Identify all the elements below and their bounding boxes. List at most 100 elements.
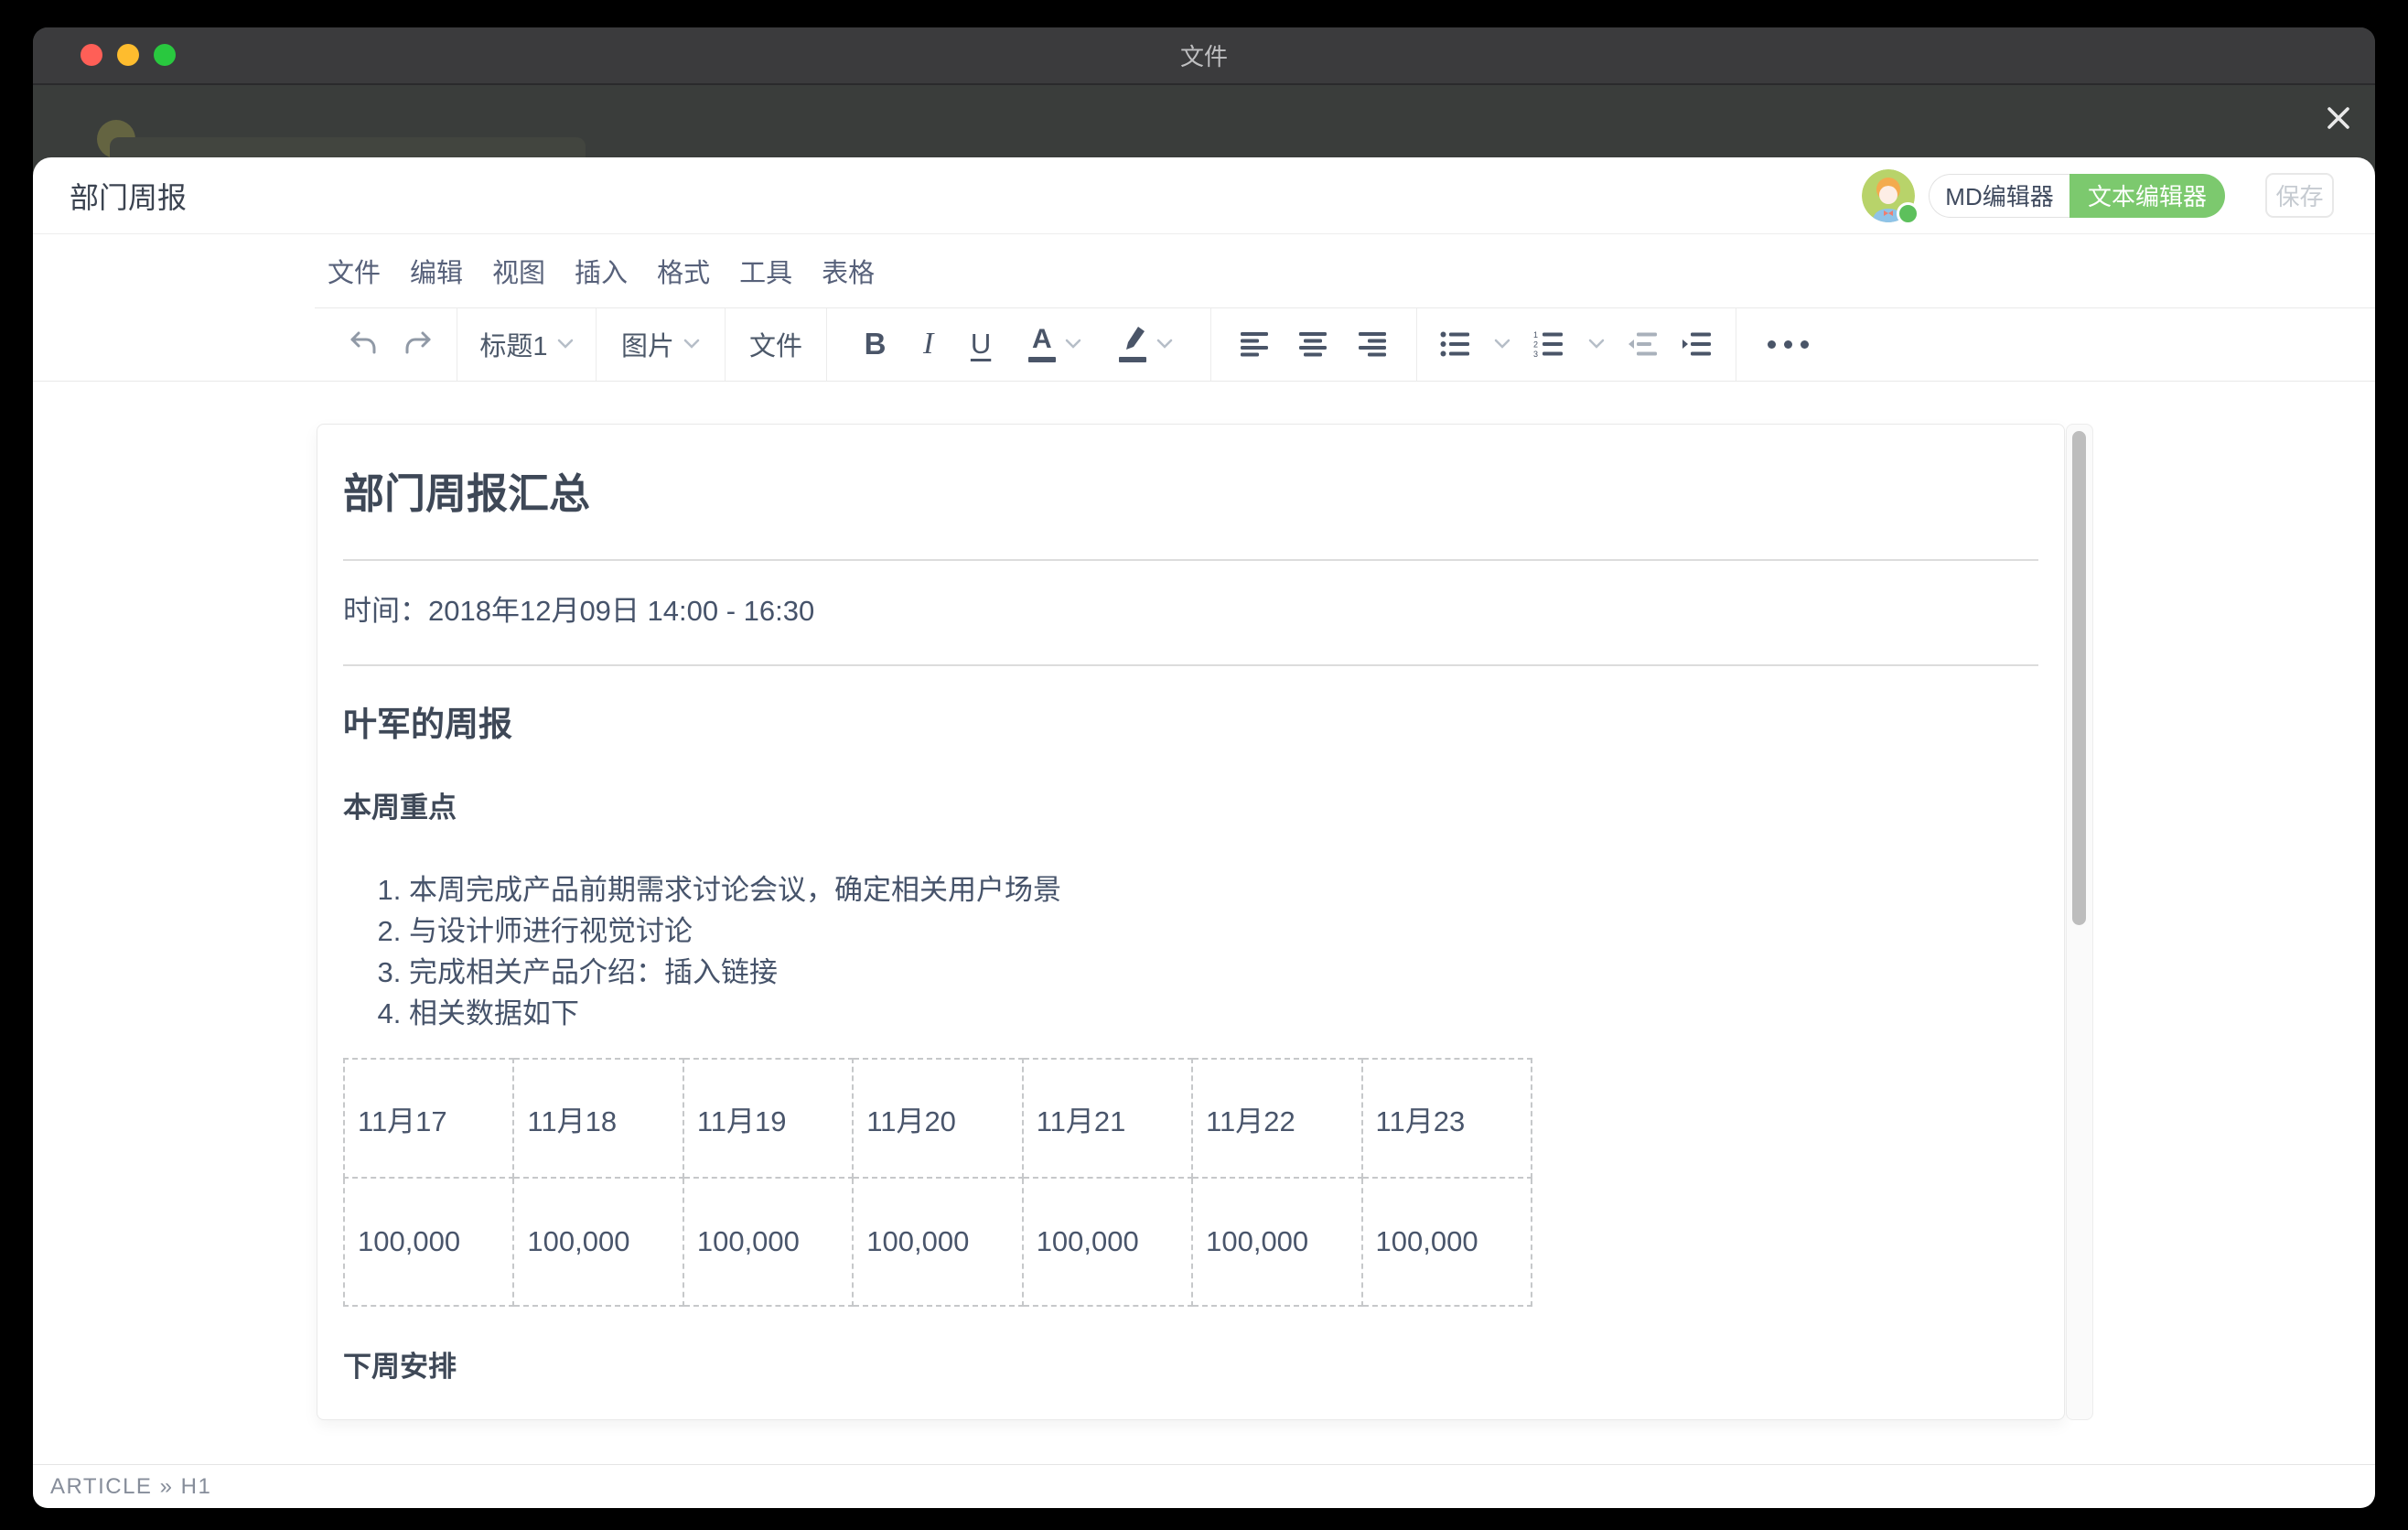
- highlight-pen-icon: [1118, 326, 1147, 362]
- chevron-down-icon: [557, 339, 574, 350]
- numbered-list-icon: 1 2 3: [1533, 330, 1564, 358]
- italic-label: I: [923, 327, 933, 361]
- bullet-list-icon: [1440, 330, 1471, 358]
- outdent-button[interactable]: [1628, 330, 1659, 358]
- document-heading-2[interactable]: 叶军的周报: [343, 705, 2038, 745]
- font-color-icon: A: [1028, 326, 1056, 362]
- insert-file-button[interactable]: 文件: [749, 325, 802, 363]
- text-editor-tab[interactable]: 文本编辑器: [2069, 174, 2225, 218]
- bold-label: B: [865, 327, 887, 361]
- dimmed-backdrop: [33, 85, 2375, 157]
- table-cell[interactable]: 100,000: [513, 1178, 683, 1306]
- page-title: 部门周报: [70, 175, 187, 217]
- chevron-down-icon[interactable]: [1588, 339, 1605, 350]
- menu-insert[interactable]: 插入: [575, 252, 628, 290]
- menu-tools[interactable]: 工具: [739, 252, 792, 290]
- save-button[interactable]: 保存: [2265, 173, 2334, 218]
- zoom-window-button[interactable]: [154, 44, 176, 66]
- underline-button[interactable]: U: [971, 328, 991, 361]
- insert-image-dropdown[interactable]: 图片: [621, 325, 700, 363]
- chevron-down-icon: [1065, 339, 1081, 350]
- undo-button[interactable]: [347, 328, 380, 361]
- indent-icon: [1682, 330, 1713, 358]
- list-item[interactable]: 与设计师进行视觉讨论: [409, 910, 2038, 952]
- next-week-heading[interactable]: 下周安排: [343, 1352, 2038, 1383]
- divider: [343, 559, 2038, 561]
- table-cell[interactable]: 11月22: [1192, 1059, 1361, 1178]
- table-cell[interactable]: 11月17: [344, 1059, 513, 1178]
- table-cell[interactable]: 100,000: [1362, 1178, 1532, 1306]
- redo-button[interactable]: [402, 328, 435, 361]
- table-cell[interactable]: 100,000: [1023, 1178, 1192, 1306]
- more-tools-button[interactable]: [1768, 340, 1809, 349]
- list-item[interactable]: 本周完成产品前期需求讨论会议，确定相关用户场景: [409, 869, 2038, 910]
- heading-style-label: 标题1: [479, 325, 547, 363]
- menu-edit[interactable]: 编辑: [410, 252, 463, 290]
- table-cell[interactable]: 100,000: [683, 1178, 853, 1306]
- table-cell[interactable]: 11月18: [513, 1059, 683, 1178]
- app-window: 文件 部门周报: [33, 27, 2375, 1508]
- chevron-down-icon: [683, 339, 700, 350]
- editor-mode-segmented-control: MD编辑器 文本编辑器: [1929, 174, 2225, 218]
- chevron-down-icon[interactable]: [1494, 339, 1510, 350]
- align-right-icon: [1358, 330, 1389, 358]
- svg-text:1: 1: [1533, 330, 1538, 339]
- close-window-button[interactable]: [81, 44, 102, 66]
- list-item[interactable]: 相关数据如下: [409, 993, 2038, 1034]
- align-right-button[interactable]: [1358, 330, 1389, 358]
- list-item[interactable]: 完成相关产品介绍：插入链接: [409, 952, 2038, 993]
- insert-image-label: 图片: [621, 325, 674, 363]
- table-cell[interactable]: 11月19: [683, 1059, 853, 1178]
- align-center-button[interactable]: [1298, 330, 1329, 358]
- document-card[interactable]: 部门周报汇总 时间：2018年12月09日 14:00 - 16:30 叶军的周…: [317, 424, 2065, 1420]
- svg-text:3: 3: [1533, 350, 1538, 358]
- undo-icon: [347, 328, 380, 361]
- avatar[interactable]: [1862, 169, 1915, 222]
- indent-button[interactable]: [1682, 330, 1713, 358]
- statusbar: ARTICLE » H1: [33, 1464, 2375, 1508]
- table-cell[interactable]: 11月21: [1023, 1059, 1192, 1178]
- menu-view[interactable]: 视图: [492, 252, 545, 290]
- traffic-lights: [81, 44, 176, 66]
- document-heading-1[interactable]: 部门周报汇总: [343, 466, 2038, 523]
- numbered-list-button[interactable]: 1 2 3: [1533, 330, 1564, 358]
- modal-header: 部门周报: [33, 157, 2375, 234]
- minimize-window-button[interactable]: [117, 44, 139, 66]
- bullet-list-button[interactable]: [1440, 330, 1471, 358]
- menu-table[interactable]: 表格: [822, 252, 875, 290]
- align-left-icon: [1240, 330, 1271, 358]
- md-editor-tab[interactable]: MD编辑器: [1929, 174, 2069, 218]
- table-row: 100,000 100,000 100,000 100,000 100,000 …: [344, 1178, 1532, 1306]
- menu-format[interactable]: 格式: [657, 252, 710, 290]
- header-actions: MD编辑器 文本编辑器 保存: [1862, 169, 2334, 222]
- more-icon: [1768, 340, 1809, 349]
- online-status-dot: [1896, 201, 1920, 226]
- table-cell[interactable]: 100,000: [853, 1178, 1022, 1306]
- highlight-dropdown[interactable]: [1118, 326, 1173, 362]
- breadcrumb: ARTICLE » H1: [50, 1474, 211, 1500]
- table-cell[interactable]: 11月20: [853, 1059, 1022, 1178]
- menu-file[interactable]: 文件: [328, 252, 381, 290]
- weekly-focus-heading[interactable]: 本周重点: [343, 792, 2038, 824]
- insert-file-label: 文件: [749, 325, 802, 363]
- table-cell[interactable]: 11月23: [1362, 1059, 1532, 1178]
- editor-area: 部门周报汇总 时间：2018年12月09日 14:00 - 16:30 叶军的周…: [33, 382, 2375, 1464]
- scrollbar-thumb[interactable]: [2072, 431, 2086, 925]
- heading-style-dropdown[interactable]: 标题1: [479, 325, 573, 363]
- italic-button[interactable]: I: [923, 327, 933, 361]
- bold-button[interactable]: B: [865, 327, 887, 361]
- svg-text:2: 2: [1533, 340, 1538, 350]
- titlebar: 文件: [33, 27, 2375, 85]
- table-cell[interactable]: 100,000: [344, 1178, 513, 1306]
- close-icon[interactable]: [2324, 103, 2353, 133]
- font-color-dropdown[interactable]: A: [1028, 326, 1081, 362]
- table-cell[interactable]: 100,000: [1192, 1178, 1361, 1306]
- dimmed-list-item: [110, 137, 586, 157]
- meeting-time-line[interactable]: 时间：2018年12月09日 14:00 - 16:30: [343, 592, 2038, 630]
- align-left-button[interactable]: [1240, 330, 1271, 358]
- outdent-icon: [1628, 330, 1659, 358]
- redo-icon: [402, 328, 435, 361]
- window-title: 文件: [33, 38, 2375, 72]
- toolbar: 标题1 图片 文件 B I U: [33, 307, 2375, 382]
- scrollbar-track[interactable]: [2066, 424, 2093, 1420]
